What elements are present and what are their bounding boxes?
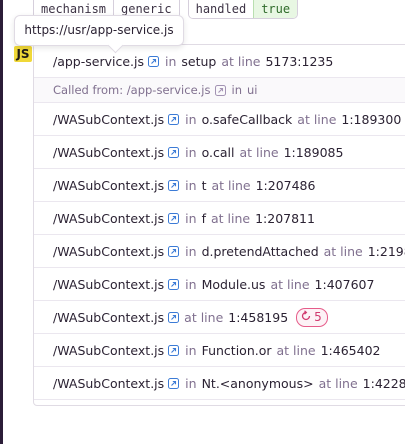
frame-in: in: [185, 342, 197, 358]
frame-line-number: 1:21984: [367, 243, 405, 259]
frame-path: /WASubContext.js: [53, 342, 165, 358]
frame-function: t: [201, 177, 207, 193]
open-in-new-icon[interactable]: [168, 245, 180, 257]
frame-in: in: [185, 111, 197, 127]
frame-line-number: 1:422819: [362, 375, 405, 391]
frame-row[interactable]: /WASubContext.js in o.call at line 1:189085: [34, 136, 405, 169]
called-from-in: in: [231, 83, 242, 97]
frame-in: in: [185, 243, 197, 259]
handled-tag: handled true: [187, 0, 299, 19]
frame-function: Nt.<anonymous>: [201, 375, 314, 391]
frame-line-number: 1:189300: [341, 111, 402, 127]
handled-key: handled: [188, 0, 254, 18]
repeat-count: 5: [314, 310, 322, 324]
left-rail: [0, 0, 3, 444]
frame-path: /WASubContext.js: [53, 210, 165, 226]
frame-line-number: 1:458195: [228, 309, 289, 325]
frame-line-number: 1:207811: [255, 210, 315, 226]
frame-at-line: at line: [323, 243, 363, 259]
frame-path: /app-service.js: [53, 53, 144, 69]
frame-in: in: [185, 144, 197, 160]
frame-line-number: 1:407607: [314, 276, 375, 292]
frame-path: /WASubContext.js: [53, 177, 165, 193]
frame-row[interactable]: /WASubContext.js in Function.or at line 1:46…: [34, 334, 405, 367]
called-from-row: Called from: /app-service.js in ui: [34, 78, 405, 103]
frame-function: d.pretendAttached: [201, 243, 319, 259]
frame-at-line: at line: [210, 210, 251, 226]
frame-path: /WASubContext.js: [53, 276, 165, 292]
open-in-new-icon[interactable]: [148, 55, 159, 67]
frame-at-line: at line: [318, 375, 358, 391]
frame-line-number: 5173:1235: [265, 53, 334, 69]
url-tooltip: https://usr/app-service.js: [14, 15, 184, 54]
frame-in: in: [185, 375, 197, 391]
open-in-new-icon[interactable]: [168, 179, 180, 191]
frame-in: in: [185, 276, 197, 292]
frame-at-line: at line: [297, 111, 337, 127]
tooltip-text: https://usr/app-service.js: [24, 23, 174, 37]
frame-function: Module.us: [201, 276, 266, 292]
frame-in: in: [185, 210, 197, 226]
frame-at-line: at line: [239, 144, 279, 160]
open-in-new-icon[interactable]: [168, 311, 180, 323]
frame-function: o.safeCallback: [201, 111, 293, 127]
frame-row[interactable]: /app-service.js in setup at line 5173:12…: [34, 45, 405, 78]
frame-row[interactable]: /WASubContext.js in d.pretendAttached at li…: [34, 235, 405, 268]
frame-path: /WASubContext.js: [53, 243, 165, 259]
frame-line-number: 1:465402: [320, 342, 381, 358]
refresh-icon: [300, 309, 314, 325]
open-in-new-icon[interactable]: [168, 344, 180, 356]
frame-path: /WASubContext.js: [53, 375, 165, 391]
frame-path: /WASubContext.js: [53, 309, 165, 325]
frame-line-number: 1:189085: [283, 144, 344, 160]
open-in-new-icon[interactable]: [168, 212, 180, 224]
handled-value: true: [253, 0, 298, 18]
frame-function: f: [201, 210, 206, 226]
open-in-new-icon[interactable]: [214, 84, 226, 96]
frame-at-line: at line: [211, 177, 251, 193]
repeat-count-badge: 5: [296, 307, 328, 327]
called-from-function: ui: [246, 83, 258, 97]
frame-path: /WASubContext.js: [53, 111, 165, 127]
called-from-text: Called from: /app-service.js: [53, 83, 211, 97]
frame-at-line: at line: [221, 53, 261, 69]
stack-trace-frames: /app-service.js in setup at line 5173:12…: [33, 44, 405, 406]
frame-function: o.call: [201, 144, 235, 160]
frame-row[interactable]: /WASubContext.js in o.safeCallback at line 1…: [34, 103, 405, 136]
frame-in: in: [165, 53, 177, 69]
frame-row[interactable]: /WASubContext.js in Nt.<anonymous> at line 1…: [34, 367, 405, 400]
frame-row[interactable]: /WASubContext.js in Module.us at line 1:4076…: [34, 268, 405, 301]
open-in-new-icon[interactable]: [168, 113, 180, 125]
frame-function: Function.or: [201, 342, 272, 358]
open-in-new-icon[interactable]: [168, 278, 180, 290]
frame-in: in: [185, 177, 197, 193]
frame-path: /WASubContext.js: [53, 144, 165, 160]
frame-row[interactable]: /WASubContext.js at line 1:458195 5: [34, 301, 405, 334]
frame-at-line: at line: [270, 276, 310, 292]
frame-row[interactable]: /WASubContext.js in f at line 1:207811: [34, 202, 405, 235]
javascript-platform-icon: JS: [14, 46, 32, 62]
frame-line-number: 1:207486: [255, 177, 316, 193]
frame-function: setup: [181, 53, 217, 69]
open-in-new-icon[interactable]: [168, 146, 180, 158]
open-in-new-icon[interactable]: [168, 377, 180, 389]
frame-at-line: at line: [276, 342, 316, 358]
frame-row[interactable]: /WASubContext.js in t at line 1:207486: [34, 169, 405, 202]
frame-at-line: at line: [184, 309, 224, 325]
